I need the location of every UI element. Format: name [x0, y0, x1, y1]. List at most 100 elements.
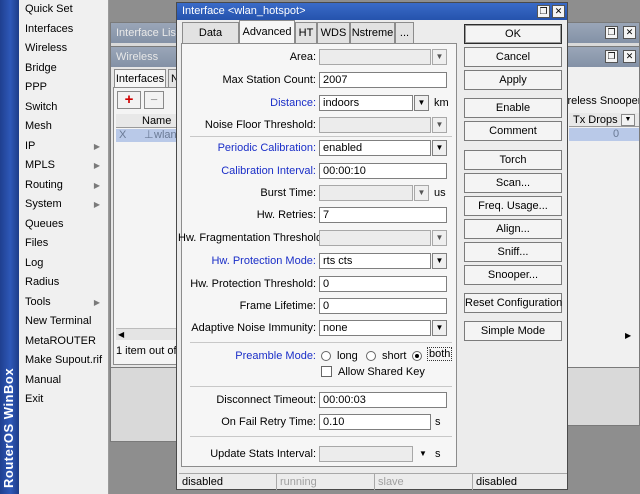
tab-wireless-snooper[interactable]: ireless Snooper [565, 93, 639, 109]
preamble-long-radio[interactable] [321, 351, 331, 361]
on-fail-retry-time-input[interactable]: 0.10 [319, 414, 431, 430]
dropdown-icon[interactable]: ▼ [432, 320, 447, 336]
menu-item-bridge[interactable]: Bridge [19, 59, 108, 79]
add-icon: + [124, 91, 134, 108]
tab-data-rates[interactable]: Data Rates [182, 22, 239, 60]
menu-item-exit[interactable]: Exit [19, 390, 108, 410]
menu-item-mpls[interactable]: MPLS ▶ [19, 156, 108, 176]
update-stats-interval-input[interactable] [319, 446, 413, 462]
scan-button[interactable]: Scan... [464, 173, 562, 193]
menu-item-new-terminal[interactable]: New Terminal [19, 312, 108, 332]
menu-item-queues[interactable]: Queues [19, 215, 108, 235]
chevron-down-icon[interactable]: ▼ [432, 49, 447, 65]
preamble-both-radio[interactable] [412, 351, 422, 361]
menu-item-manual[interactable]: Manual [19, 371, 108, 391]
menu-item-mesh[interactable]: Mesh [19, 117, 108, 137]
scroll-right-icon[interactable]: ▶ [625, 331, 631, 340]
calibration-interval-input[interactable]: 00:00:10 [319, 163, 447, 179]
table-row[interactable]: 0 [569, 128, 639, 141]
comment-button[interactable]: Comment [464, 121, 562, 141]
col-header-name[interactable]: Name [142, 114, 171, 128]
close-button[interactable]: ✕ [552, 5, 565, 18]
chevron-down-icon[interactable]: ▼ [432, 117, 447, 133]
menu-item-ppp[interactable]: PPP [19, 78, 108, 98]
menu-item-wireless[interactable]: Wireless [19, 39, 108, 59]
menu-item-switch[interactable]: Switch [19, 98, 108, 118]
tab-more[interactable]: ... [395, 22, 414, 43]
tab-wds[interactable]: WDS [317, 22, 350, 43]
area-select[interactable] [319, 49, 431, 65]
adaptive-noise-immunity-select[interactable]: none [319, 320, 431, 336]
allow-shared-key-label: Allow Shared Key [338, 366, 425, 378]
remove-icon: − [150, 92, 158, 107]
disconnect-timeout-input[interactable]: 00:00:03 [319, 392, 447, 408]
cancel-button[interactable]: Cancel [464, 47, 562, 67]
simple-mode-button[interactable]: Simple Mode [464, 321, 562, 341]
preamble-short-radio[interactable] [366, 351, 376, 361]
menu-item-metarouter[interactable]: MetaROUTER [19, 332, 108, 352]
menu-item-log[interactable]: Log [19, 254, 108, 274]
submenu-arrow-icon: ▶ [93, 297, 100, 307]
tab-ht[interactable]: HT [295, 22, 317, 43]
allow-shared-key-checkbox[interactable] [321, 366, 332, 377]
chevron-down-icon[interactable]: ▼ [419, 446, 427, 462]
restore-button[interactable]: ❐ [605, 26, 618, 39]
tab-interfaces[interactable]: Interfaces [114, 69, 166, 87]
menu-item-ip[interactable]: IP ▶ [19, 137, 108, 157]
dropdown-icon[interactable]: ▼ [432, 140, 447, 156]
tab-advanced[interactable]: Advanced [239, 20, 295, 43]
align-button[interactable]: Align... [464, 219, 562, 239]
periodic-calibration-select[interactable]: enabled [319, 140, 431, 156]
items-count: 1 item out of 14 [116, 345, 178, 357]
menu-item-make-supout[interactable]: Make Supout.rif [19, 351, 108, 371]
close-button[interactable]: ✕ [623, 26, 636, 39]
chevron-down-icon[interactable]: ▼ [432, 230, 447, 246]
menu-item-interfaces[interactable]: Interfaces [19, 20, 108, 40]
close-button[interactable]: ✕ [623, 50, 636, 63]
restore-button[interactable]: ❐ [605, 50, 618, 63]
menu-item-tools[interactable]: Tools ▶ [19, 293, 108, 313]
column-menu-icon[interactable]: ▼ [621, 114, 635, 126]
max-station-count-label: Max Station Count: [222, 74, 316, 86]
submenu-arrow-icon: ▶ [93, 200, 100, 209]
max-station-count-input[interactable]: 2007 [319, 72, 447, 88]
hw-retries-input[interactable]: 7 [319, 207, 447, 223]
apply-button[interactable]: Apply [464, 70, 562, 90]
hw-fragmentation-threshold-select[interactable] [319, 230, 431, 246]
submenu-arrow-icon: ▶ [93, 161, 100, 170]
table-row[interactable]: X ⊥ wlan_ [116, 129, 183, 142]
chevron-down-icon[interactable]: ▼ [414, 185, 429, 201]
burst-time-input[interactable] [319, 185, 413, 201]
scroll-left-icon[interactable]: ◀ [118, 329, 124, 341]
menu-item-radius[interactable]: Radius [19, 273, 108, 293]
menu-item-files[interactable]: Files [19, 234, 108, 254]
hw-protection-mode-select[interactable]: rts cts [319, 253, 431, 269]
menu-item-system[interactable]: System ▶ [19, 195, 108, 215]
hw-protection-threshold-input[interactable]: 0 [319, 276, 447, 292]
menu-item-label: Manual [25, 373, 62, 386]
dropdown-icon[interactable]: ▼ [432, 253, 447, 269]
menu-item-routing[interactable]: Routing ▶ [19, 176, 108, 196]
remove-button[interactable]: − [144, 91, 164, 109]
dropdown-icon[interactable]: ▼ [414, 95, 429, 111]
freq-usage-button[interactable]: Freq. Usage... [464, 196, 562, 216]
noise-floor-threshold-select[interactable] [319, 117, 431, 133]
ok-button[interactable]: OK [464, 24, 562, 44]
reset-configuration-button[interactable]: Reset Configuration [464, 293, 562, 313]
enable-button[interactable]: Enable [464, 98, 562, 118]
snooper-button[interactable]: Snooper... [464, 265, 562, 285]
torch-button[interactable]: Torch [464, 150, 562, 170]
table-header: Name [116, 114, 178, 128]
status-running: running [277, 474, 375, 490]
submenu-arrow-icon: ▶ [93, 141, 100, 151]
tab-nstreme[interactable]: Nstreme [350, 22, 395, 43]
distance-input[interactable]: indoors [319, 95, 413, 111]
horizontal-scrollbar[interactable]: ◀ [116, 328, 178, 340]
add-button[interactable]: + [117, 91, 141, 109]
col-header-tx-drops[interactable]: Tx Drops [573, 113, 618, 127]
frame-lifetime-input[interactable]: 0 [319, 298, 447, 314]
restore-button[interactable]: ❐ [537, 5, 550, 18]
update-stats-interval-label: Update Stats Interval: [210, 448, 316, 460]
sniff-button[interactable]: Sniff... [464, 242, 562, 262]
menu-item-quick-set[interactable]: Quick Set [19, 0, 108, 20]
